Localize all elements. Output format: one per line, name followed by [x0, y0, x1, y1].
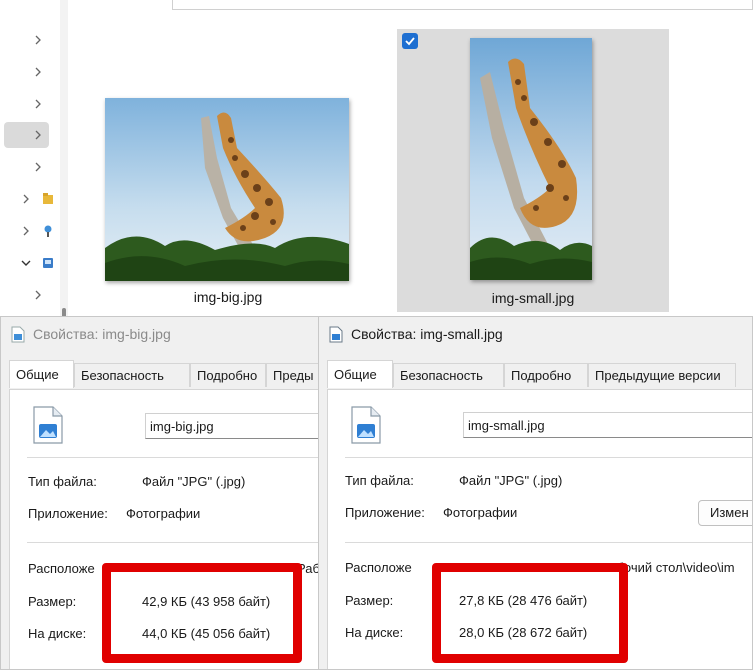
address-bar-edge: [172, 0, 753, 10]
highlight-box-small: [432, 563, 628, 663]
nav-item[interactable]: [4, 282, 49, 308]
dialog-title: Свойства: img-small.jpg: [351, 326, 503, 342]
file-tile-selected[interactable]: img-small.jpg: [397, 29, 669, 312]
file-name-field[interactable]: img-small.jpg: [463, 412, 752, 438]
size-label: Размер:: [28, 594, 77, 609]
location-label: Расположе: [345, 560, 412, 575]
tab-previous-versions[interactable]: Предыдущие версии: [588, 363, 736, 387]
tab-strip: Общие Безопасность Подробно Преды: [9, 360, 329, 389]
tab-general[interactable]: Общие: [9, 360, 74, 388]
separator: [345, 457, 752, 458]
chevron-down-icon[interactable]: [20, 257, 32, 269]
file-icon: [11, 326, 25, 343]
chevron-right-icon[interactable]: [32, 129, 44, 141]
size-label: Размер:: [345, 593, 394, 608]
location-label: Расположе: [28, 561, 95, 576]
tab-details[interactable]: Подробно: [504, 363, 588, 387]
image-file-icon: [351, 406, 381, 444]
app-value: Фотографии: [443, 505, 518, 520]
nav-item-selected[interactable]: [4, 122, 49, 148]
chevron-right-icon[interactable]: [20, 225, 32, 237]
separator: [27, 457, 327, 458]
chevron-right-icon[interactable]: [32, 98, 44, 110]
image-thumbnail-small: [470, 38, 592, 280]
nav-item[interactable]: [4, 91, 49, 117]
nav-item[interactable]: [4, 59, 49, 85]
file-type-label: Тип файла:: [28, 474, 97, 489]
tab-security[interactable]: Безопасность: [393, 363, 504, 387]
nav-item[interactable]: [4, 27, 49, 53]
network-icon: [43, 225, 53, 237]
tab-details[interactable]: Подробно: [190, 363, 266, 387]
file-name-label: img-small.jpg: [491, 290, 575, 306]
tab-security[interactable]: Безопасность: [74, 363, 190, 387]
file-name-label: img-big.jpg: [193, 289, 263, 305]
chevron-right-icon[interactable]: [32, 289, 44, 301]
separator: [345, 542, 752, 543]
check-icon: [405, 37, 415, 46]
tab-general[interactable]: Общие: [327, 360, 393, 388]
app-label: Приложение:: [28, 506, 108, 521]
nav-item[interactable]: [4, 154, 49, 180]
separator: [27, 542, 327, 543]
file-type-value: Файл "JPG" (.jpg): [142, 474, 246, 489]
app-label: Приложение:: [345, 505, 425, 520]
on-disk-label: На диске:: [345, 625, 404, 640]
chevron-right-icon[interactable]: [32, 66, 44, 78]
highlight-box-big: [102, 563, 302, 663]
file-name-field[interactable]: img-big.jpg: [145, 413, 329, 439]
nav-item-expanded[interactable]: [4, 250, 53, 276]
nav-item[interactable]: [4, 186, 53, 212]
navigation-pane: [0, 0, 62, 320]
selection-checkbox[interactable]: [402, 33, 418, 49]
on-disk-label: На диске:: [28, 626, 87, 641]
nav-item[interactable]: [4, 218, 52, 244]
image-file-icon: [33, 406, 63, 444]
file-tile[interactable]: img-big.jpg: [98, 90, 358, 312]
file-icon: [329, 326, 343, 343]
nav-scrollbar[interactable]: [60, 0, 68, 320]
chevron-right-icon[interactable]: [20, 193, 32, 205]
app-value: Фотографии: [126, 506, 201, 521]
file-type-value: Файл "JPG" (.jpg): [459, 473, 563, 488]
chevron-right-icon[interactable]: [32, 34, 44, 46]
tab-strip: Общие Безопасность Подробно Предыдущие в…: [327, 360, 752, 389]
change-app-button[interactable]: Измен: [698, 500, 752, 526]
drive-icon: [43, 257, 53, 269]
chevron-right-icon[interactable]: [32, 161, 44, 173]
file-type-label: Тип файла:: [345, 473, 414, 488]
folder-icon: [43, 193, 53, 205]
image-thumbnail-big: [105, 98, 349, 281]
dialog-title: Свойства: img-big.jpg: [33, 326, 171, 342]
